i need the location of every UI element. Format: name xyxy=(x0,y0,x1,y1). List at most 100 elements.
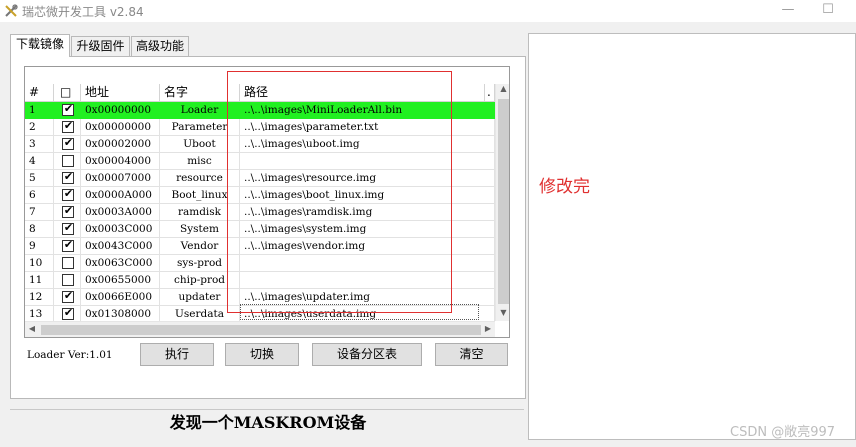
row-name[interactable]: Boot_linux xyxy=(160,187,240,204)
row-address[interactable]: 0x0003A000 xyxy=(81,204,160,221)
row-checkbox-cell[interactable]: ✔ xyxy=(54,136,81,153)
scroll-up-icon[interactable]: ▲ xyxy=(496,84,509,93)
log-panel[interactable] xyxy=(528,33,856,440)
row-name[interactable]: misc xyxy=(160,153,240,170)
row-address[interactable]: 0x00004000 xyxy=(81,153,160,170)
header-extra[interactable]: . xyxy=(485,84,495,102)
clear-button[interactable]: 清空 xyxy=(435,343,508,366)
row-checkbox[interactable]: ✔ xyxy=(62,306,74,320)
tab-upgrade-firmware[interactable]: 升级固件 xyxy=(71,36,130,56)
row-index: 3 xyxy=(25,136,54,153)
table-row[interactable]: 6 ✔ 0x0000A000 Boot_linux ..\..\images\boot_… xyxy=(25,187,495,204)
row-checkbox-cell[interactable]: ✔ xyxy=(54,102,81,119)
row-index: 12 xyxy=(25,289,54,306)
row-address[interactable]: 0x0003C000 xyxy=(81,221,160,238)
row-name[interactable]: Parameter xyxy=(160,119,240,136)
partition-table-button[interactable]: 设备分区表 xyxy=(312,343,422,366)
row-checkbox[interactable]: ✔ xyxy=(62,136,74,150)
row-checkbox[interactable]: ✔ xyxy=(62,289,74,303)
table-row[interactable]: 1 ✔ 0x00000000 Loader ..\..\images\MiniLoade… xyxy=(25,102,495,119)
table-row[interactable]: 4 0x00004000 misc xyxy=(25,153,495,170)
row-path[interactable]: ..\..\images\ramdisk.img xyxy=(240,204,495,221)
scroll-down-icon[interactable]: ▼ xyxy=(496,308,509,317)
table-row[interactable]: 7 ✔ 0x0003A000 ramdisk ..\..\images\ramdisk.… xyxy=(25,204,495,221)
row-checkbox[interactable]: ✔ xyxy=(62,238,74,252)
row-checkbox-cell[interactable]: ✔ xyxy=(54,170,81,187)
row-checkbox[interactable]: ✔ xyxy=(62,187,74,201)
minimize-button[interactable]: — xyxy=(780,2,796,18)
row-name[interactable]: updater xyxy=(160,289,240,306)
table-row[interactable]: 10 0x0063C000 sys-prod xyxy=(25,255,495,272)
row-path[interactable] xyxy=(240,153,495,170)
tab-download-image[interactable]: 下载镜像 xyxy=(10,34,70,57)
table-row[interactable]: 12 ✔ 0x0066E000 updater ..\..\images\updater… xyxy=(25,289,495,306)
row-address[interactable]: 0x00000000 xyxy=(81,119,160,136)
row-checkbox[interactable] xyxy=(62,274,74,286)
run-button[interactable]: 执行 xyxy=(140,343,214,366)
header-index[interactable]: # xyxy=(25,84,54,102)
maximize-button[interactable]: ☐ xyxy=(820,2,836,18)
row-name[interactable]: System xyxy=(160,221,240,238)
horizontal-scroll-thumb[interactable] xyxy=(41,325,481,335)
row-checkbox-cell[interactable] xyxy=(54,272,81,289)
row-address[interactable]: 0x00002000 xyxy=(81,136,160,153)
row-address[interactable]: 0x0063C000 xyxy=(81,255,160,272)
row-path[interactable]: ..\..\images\parameter.txt xyxy=(240,119,495,136)
table-row[interactable]: 9 ✔ 0x0043C000 Vendor ..\..\images\vendor.im… xyxy=(25,238,495,255)
header-address[interactable]: 地址 xyxy=(81,84,160,102)
row-name[interactable]: Loader xyxy=(160,102,240,119)
vertical-scrollbar[interactable]: ▲ ▼ xyxy=(495,84,509,321)
row-name[interactable]: resource xyxy=(160,170,240,187)
row-checkbox-cell[interactable] xyxy=(54,255,81,272)
row-checkbox-cell[interactable]: ✔ xyxy=(54,187,81,204)
row-checkbox[interactable]: ✔ xyxy=(62,221,74,235)
row-checkbox[interactable] xyxy=(62,155,74,167)
row-path[interactable]: ..\..\images\resource.img xyxy=(240,170,495,187)
row-name[interactable]: chip-prod xyxy=(160,272,240,289)
row-checkbox[interactable]: ✔ xyxy=(62,170,74,184)
table-row[interactable]: 11 0x00655000 chip-prod xyxy=(25,272,495,289)
row-checkbox[interactable]: ✔ xyxy=(62,102,74,116)
horizontal-scrollbar[interactable]: ◀ ▶ xyxy=(25,321,495,337)
row-address[interactable]: 0x00000000 xyxy=(81,102,160,119)
row-path[interactable]: ..\..\images\vendor.img xyxy=(240,238,495,255)
row-checkbox-cell[interactable]: ✔ xyxy=(54,221,81,238)
row-address[interactable]: 0x0066E000 xyxy=(81,289,160,306)
row-name[interactable]: Vendor xyxy=(160,238,240,255)
vertical-scroll-thumb[interactable] xyxy=(498,99,509,304)
row-path[interactable] xyxy=(240,272,495,289)
scroll-right-icon[interactable]: ▶ xyxy=(481,324,495,333)
row-address[interactable]: 0x00007000 xyxy=(81,170,160,187)
row-checkbox-cell[interactable]: ✔ xyxy=(54,238,81,255)
check-icon: ✔ xyxy=(63,306,74,319)
scroll-left-icon[interactable]: ◀ xyxy=(25,324,39,333)
header-path[interactable]: 路径 xyxy=(240,84,485,102)
row-checkbox[interactable]: ✔ xyxy=(62,119,74,133)
switch-button[interactable]: 切换 xyxy=(225,343,299,366)
header-check[interactable]: □ xyxy=(54,84,81,102)
header-name[interactable]: 名字 xyxy=(160,84,240,102)
row-checkbox[interactable] xyxy=(62,257,74,269)
row-path[interactable]: ..\..\images\updater.img xyxy=(240,289,495,306)
row-address[interactable]: 0x00655000 xyxy=(81,272,160,289)
row-address[interactable]: 0x0043C000 xyxy=(81,238,160,255)
row-name[interactable]: Uboot xyxy=(160,136,240,153)
row-path[interactable]: ..\..\images\system.img xyxy=(240,221,495,238)
row-path[interactable]: ..\..\images\boot_linux.img xyxy=(240,187,495,204)
table-row[interactable]: 2 ✔ 0x00000000 Parameter ..\..\images\parame… xyxy=(25,119,495,136)
row-path[interactable] xyxy=(240,255,495,272)
row-name[interactable]: ramdisk xyxy=(160,204,240,221)
row-address[interactable]: 0x0000A000 xyxy=(81,187,160,204)
row-name[interactable]: sys-prod xyxy=(160,255,240,272)
table-row[interactable]: 8 ✔ 0x0003C000 System ..\..\images\system.im… xyxy=(25,221,495,238)
tab-advanced[interactable]: 高级功能 xyxy=(131,36,189,56)
row-checkbox[interactable]: ✔ xyxy=(62,204,74,218)
row-checkbox-cell[interactable]: ✔ xyxy=(54,204,81,221)
row-checkbox-cell[interactable]: ✔ xyxy=(54,119,81,136)
row-checkbox-cell[interactable] xyxy=(54,153,81,170)
row-path[interactable]: ..\..\images\MiniLoaderAll.bin xyxy=(240,102,495,119)
table-row[interactable]: 3 ✔ 0x00002000 Uboot ..\..\images\uboot.img xyxy=(25,136,495,153)
row-path[interactable]: ..\..\images\uboot.img xyxy=(240,136,495,153)
row-checkbox-cell[interactable]: ✔ xyxy=(54,289,81,306)
table-row[interactable]: 5 ✔ 0x00007000 resource ..\..\images\resourc… xyxy=(25,170,495,187)
